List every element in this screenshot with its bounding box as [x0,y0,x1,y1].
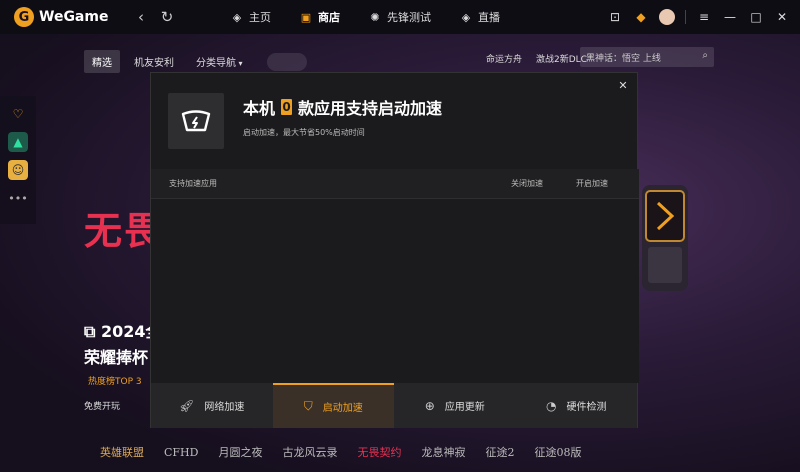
tab-hardware-check-label: 硬件检测 [566,402,607,413]
minimize-icon[interactable]: — [722,9,738,25]
promo-lost-ark[interactable]: 命运方舟 [486,52,522,65]
nav-pioneer-label: 先锋测试 [387,11,431,24]
divider [685,10,686,24]
tab-network-accel[interactable]: 🚀︎ 网络加速 [151,383,273,428]
game-logo-strip: 英雄联盟 CFHD 月圆之夜 古龙风云录 无畏契约 龙息神寂 征途2 征途08版 [100,432,800,472]
speed-gauge-icon [168,93,224,149]
window-controls: ⊡ ◆ ≡ — □ ✕ [597,0,790,34]
close-icon[interactable]: ✕ [774,9,790,25]
free-play-tag: 免费开玩 [84,402,121,412]
game-shortcut-icon[interactable]: ▲ [8,132,28,152]
column-enable-accel: 开启加速 [576,179,608,188]
refresh-icon[interactable]: ↻ [158,8,176,26]
title-suffix: 款应用支持启动加速 [298,99,443,118]
subnav-recommend[interactable]: 机友安利 [126,50,182,73]
search-placeholder: 黑神话：悟空 上线 [586,53,661,64]
hero-artwork [642,185,688,291]
column-disable-accel: 关闭加速 [511,179,543,188]
nav-live-label: 直播 [478,11,500,24]
tab-startup-accel-label: 启动加速 [322,403,363,414]
startup-acceleration-dialog: ✕ 本机 0 款应用支持启动加速 启动加速，最大节省50%启动时间 支持加速应用… [150,72,639,428]
game-avatar-icon[interactable]: ☺ [8,160,28,180]
column-supported-apps: 支持加速应用 [169,179,217,188]
left-quick-bar: ♡ ▲ ☺ ••• [0,96,36,224]
store-subnav: 精选 机友安利 分类导航 [84,50,307,73]
supported-app-count: 0 [281,99,293,115]
game-zt2[interactable]: 征途2 [485,444,514,460]
menu-icon[interactable]: ≡ [696,9,712,25]
nav-home[interactable]: ◈ 主页 [216,0,285,34]
favorites-icon[interactable]: ♡ [8,104,28,124]
gift-box-icon[interactable]: ⊡ [607,9,623,25]
tab-app-update-label: 应用更新 [444,402,485,413]
back-icon[interactable]: ‹ [132,8,150,26]
dialog-title: 本机 0 款应用支持启动加速 [243,95,442,119]
tab-hardware-check[interactable]: ◔ 硬件检测 [516,383,638,428]
top-navigation: ◈ 主页 ▣ 商店 ✺ 先锋测试 ◈ 直播 [216,0,514,34]
subnav-categories[interactable]: 分类导航 [188,50,251,73]
nav-live[interactable]: ◈ 直播 [445,0,514,34]
game-moon-night[interactable]: 月圆之夜 [218,444,262,460]
dialog-description: 启动加速，最大节省50%启动时间 [243,128,365,137]
dialog-tab-bar: 🚀︎ 网络加速 ⛉ 启动加速 ⊕ 应用更新 ◔ 硬件检测 [151,383,637,428]
game-logo-badge[interactable] [266,52,307,71]
live-icon: ◈ [461,10,471,24]
hardware-check-icon: ◔ [546,398,557,413]
title-prefix: 本机 [243,99,276,118]
update-icon: ⊕ [424,398,435,413]
tab-app-update[interactable]: ⊕ 应用更新 [394,383,516,428]
search-input[interactable]: 黑神话：悟空 上线 ⌕ [580,47,714,67]
app-name: WeGame [39,9,109,25]
tab-startup-accel[interactable]: ⛉ 启动加速 [272,383,394,428]
game-valorant[interactable]: 无畏契约 [357,444,401,460]
avatar[interactable] [659,9,675,25]
game-cfhd[interactable]: CFHD [164,446,198,459]
app-list-empty [151,199,639,383]
more-icon[interactable]: ••• [8,188,28,208]
nav-pioneer[interactable]: ✺ 先锋测试 [354,0,445,34]
coin-icon[interactable]: ◆ [633,9,649,25]
pioneer-icon: ✺ [370,10,380,24]
tab-network-accel-label: 网络加速 [204,402,245,413]
close-icon[interactable]: ✕ [615,77,631,93]
wegame-logo-icon: G [14,7,34,27]
nav-home-label: 主页 [249,11,271,24]
title-bar: G WeGame ‹ ↻ ◈ 主页 ▣ 商店 ✺ 先锋测试 ◈ 直播 ⊡ ◆ ≡… [0,0,800,34]
store-icon: ▣ [300,10,312,24]
game-lol[interactable]: 英雄联盟 [100,444,144,460]
search-icon[interactable]: ⌕ [702,50,708,61]
game-gulong[interactable]: 古龙风云录 [282,444,337,460]
subnav-featured[interactable]: 精选 [84,50,120,73]
hot-rank-tag: 热度榜TOP 3 [88,377,142,387]
news-title-line-2[interactable]: 荣耀捧杯 [84,344,148,368]
game-zt08[interactable]: 征途08版 [534,444,581,460]
home-icon: ◈ [232,10,242,24]
game-dragon[interactable]: 龙息神寂 [421,444,465,460]
maximize-icon[interactable]: □ [748,9,764,25]
app-list-header: 支持加速应用 关闭加速 开启加速 [151,169,639,199]
wegame-logo[interactable]: G WeGame [14,7,124,27]
speed-icon: ⛉ [303,399,313,413]
rocket-icon: 🚀︎ [179,398,195,413]
nav-store[interactable]: ▣ 商店 [285,0,354,34]
nav-store-label: 商店 [318,11,340,24]
